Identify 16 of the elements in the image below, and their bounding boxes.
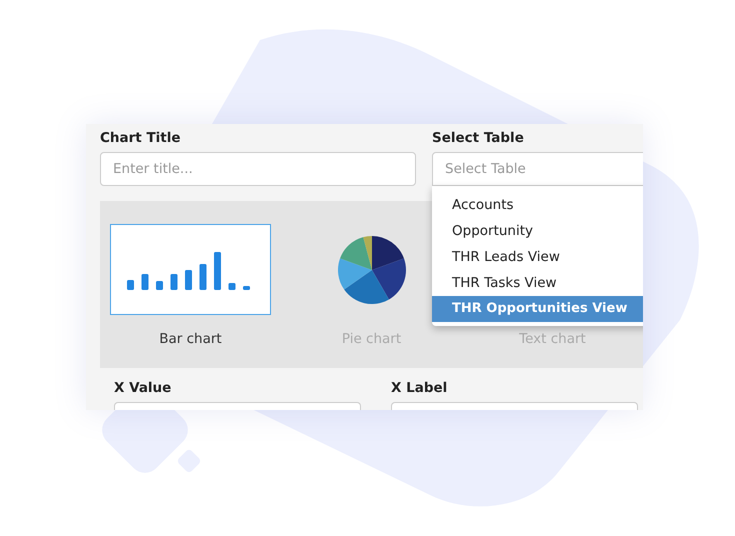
field-label: Chart Title	[100, 130, 182, 146]
dropdown-option[interactable]: THR Leads View	[432, 244, 643, 270]
dropdown-option[interactable]: THR Tasks View	[432, 270, 643, 296]
input-field[interactable]	[391, 402, 638, 410]
table-select-field[interactable]: Select Table	[432, 152, 643, 186]
dropdown-option[interactable]: Accounts	[432, 192, 643, 218]
title-input-field[interactable]: Enter title...	[100, 152, 416, 186]
chart-type-label[interactable]: Bar chart	[159, 331, 222, 348]
dropdown-option[interactable]: THR Opportunities View	[432, 296, 643, 322]
input-field[interactable]	[114, 402, 361, 410]
field-label: Select Table	[432, 130, 525, 146]
field-label: X Label	[391, 380, 448, 396]
chart-option-card[interactable]	[110, 224, 271, 316]
pie-chart-icon	[338, 236, 406, 304]
field-label: X Value	[114, 380, 172, 396]
dropdown-option[interactable]: Opportunity	[432, 218, 643, 244]
